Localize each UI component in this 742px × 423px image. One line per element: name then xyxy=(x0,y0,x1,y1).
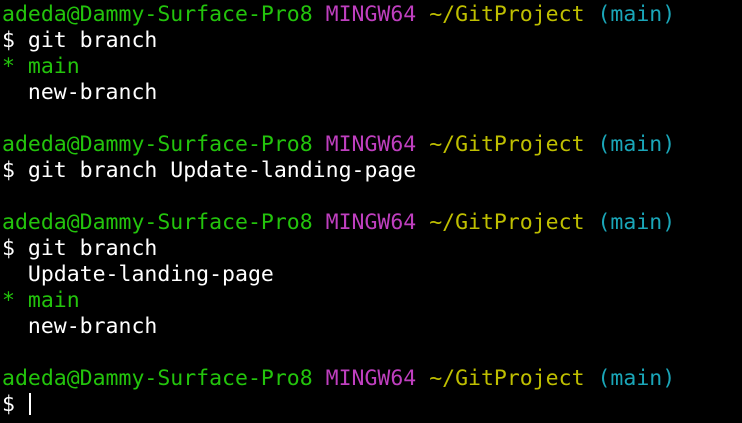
prompt-line: adeda@Dammy-Surface-Pro8 MINGW64 ~/GitPr… xyxy=(2,366,742,392)
prompt-path: ~/GitProject xyxy=(429,210,585,235)
prompt-user-host: adeda@Dammy-Surface-Pro8 xyxy=(2,366,313,391)
branch-name: Update-landing-page xyxy=(27,262,274,287)
output-line: * main xyxy=(2,288,742,314)
prompt-branch: (main) xyxy=(597,366,676,391)
output-line: * main xyxy=(2,54,742,80)
prompt-user-host: adeda@Dammy-Surface-Pro8 xyxy=(2,132,313,157)
prompt-line: adeda@Dammy-Surface-Pro8 MINGW64 ~/GitPr… xyxy=(2,210,742,236)
text-cursor[interactable] xyxy=(28,393,31,415)
command-line: $ git branch xyxy=(2,236,742,262)
prompt-symbol: $ xyxy=(2,392,15,417)
command-text: git branch xyxy=(27,236,158,261)
prompt-system: MINGW64 xyxy=(325,2,417,27)
command-text: git branch xyxy=(27,28,158,53)
prompt-system: MINGW64 xyxy=(325,366,417,391)
prompt-user-host: adeda@Dammy-Surface-Pro8 xyxy=(2,210,313,235)
current-branch-marker: * xyxy=(2,288,15,313)
prompt-path: ~/GitProject xyxy=(429,366,585,391)
prompt-symbol: $ xyxy=(2,28,15,53)
branch-name: new-branch xyxy=(27,314,158,339)
command-line[interactable]: $ xyxy=(2,392,742,418)
terminal-window[interactable]: adeda@Dammy-Surface-Pro8 MINGW64 ~/GitPr… xyxy=(0,0,742,423)
prompt-symbol: $ xyxy=(2,236,15,261)
prompt-path: ~/GitProject xyxy=(429,2,585,27)
command-text: git branch Update-landing-page xyxy=(27,158,417,183)
prompt-system: MINGW64 xyxy=(325,132,417,157)
branch-name: new-branch xyxy=(27,80,158,105)
output-line: new-branch xyxy=(2,314,742,340)
current-branch-marker: * xyxy=(2,54,15,79)
prompt-system: MINGW64 xyxy=(325,210,417,235)
current-branch-name: main xyxy=(27,54,80,79)
prompt-user-host: adeda@Dammy-Surface-Pro8 xyxy=(2,2,313,27)
command-line: $ git branch Update-landing-page xyxy=(2,158,742,184)
prompt-branch: (main) xyxy=(597,210,676,235)
prompt-line: adeda@Dammy-Surface-Pro8 MINGW64 ~/GitPr… xyxy=(2,132,742,158)
prompt-path: ~/GitProject xyxy=(429,132,585,157)
prompt-line: adeda@Dammy-Surface-Pro8 MINGW64 ~/GitPr… xyxy=(2,2,742,28)
output-line: new-branch xyxy=(2,80,742,106)
prompt-branch: (main) xyxy=(597,2,676,27)
command-line: $ git branch xyxy=(2,28,742,54)
prompt-symbol: $ xyxy=(2,158,15,183)
prompt-branch: (main) xyxy=(597,132,676,157)
current-branch-name: main xyxy=(27,288,80,313)
output-line: Update-landing-page xyxy=(2,262,742,288)
